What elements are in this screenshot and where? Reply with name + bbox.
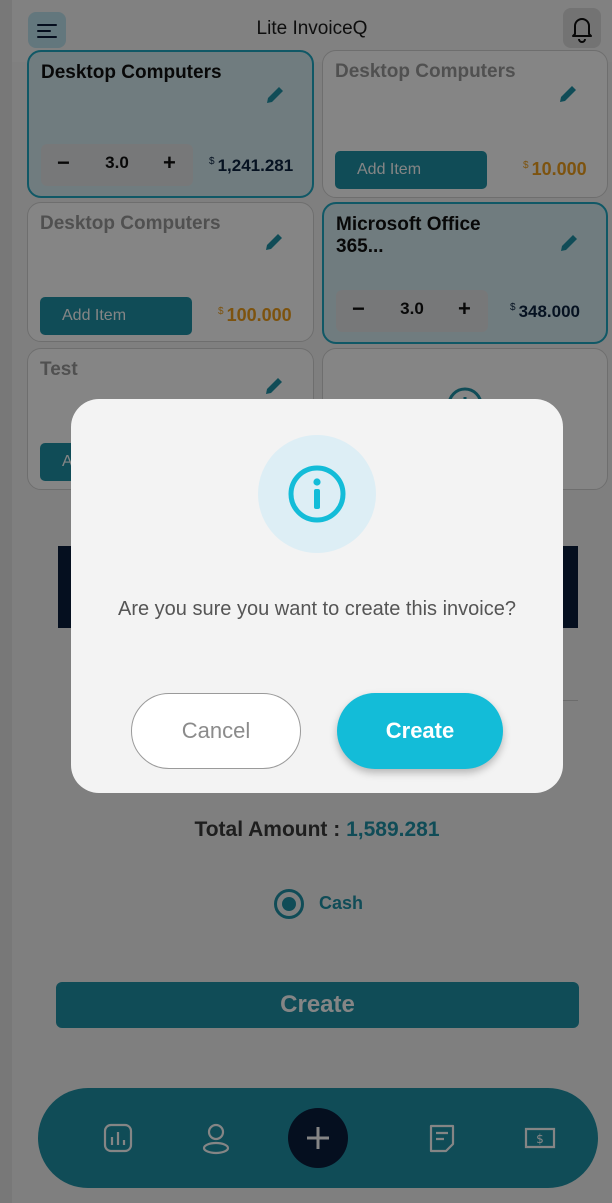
confirm-create-button[interactable]: Create	[337, 693, 503, 769]
confirm-dialog: Are you sure you want to create this inv…	[71, 399, 563, 793]
cancel-button[interactable]: Cancel	[131, 693, 301, 769]
info-icon	[288, 465, 346, 523]
info-badge	[258, 435, 376, 553]
dialog-message: Are you sure you want to create this inv…	[118, 598, 516, 620]
